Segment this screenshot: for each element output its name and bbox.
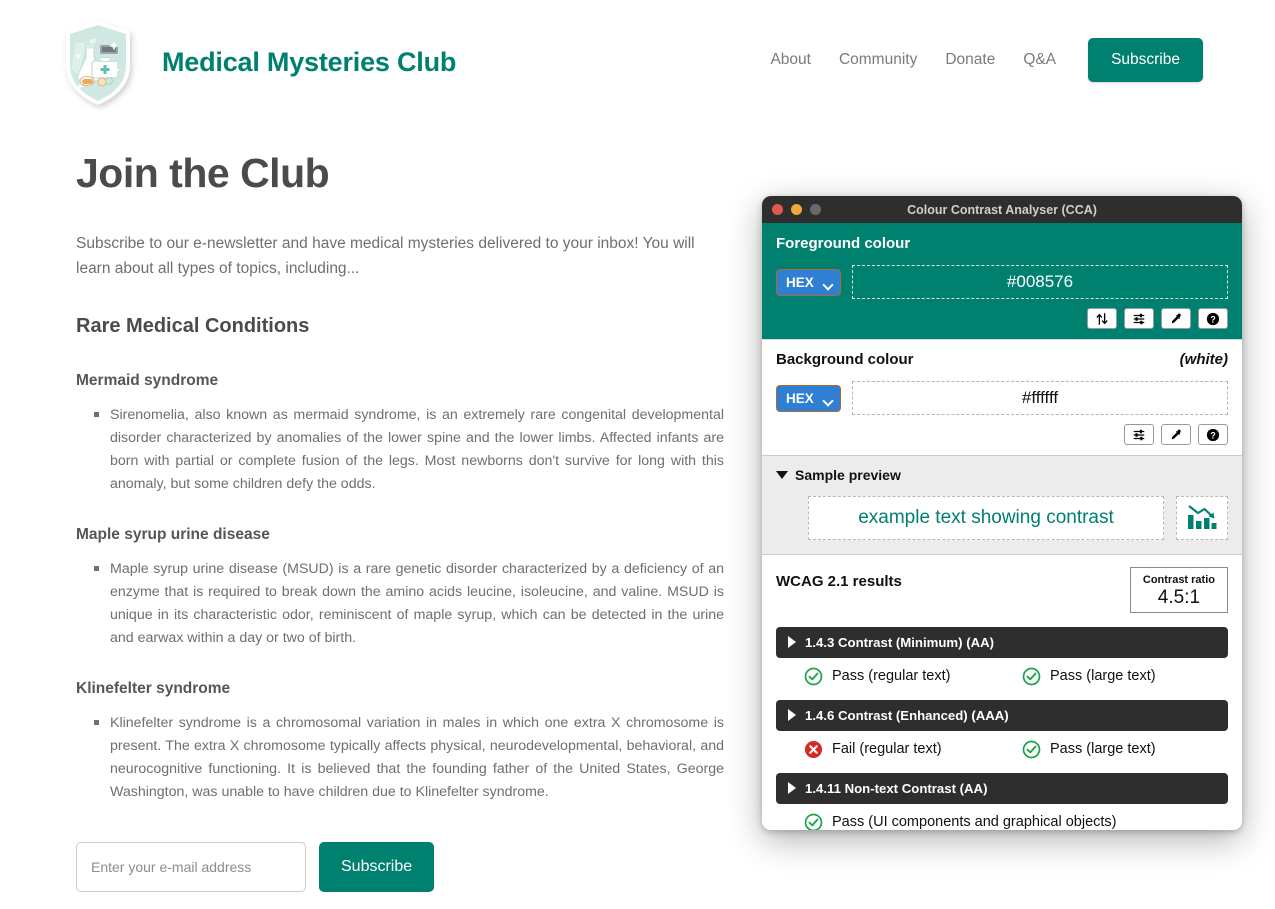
- svg-text:?: ?: [1210, 430, 1215, 440]
- sample-text-preview: example text showing contrast: [808, 496, 1164, 540]
- sample-preview-disclosure[interactable]: Sample preview: [776, 467, 1228, 483]
- eyedropper-icon[interactable]: [1161, 424, 1191, 445]
- pass-icon: [1022, 740, 1041, 759]
- eyedropper-icon[interactable]: [1161, 308, 1191, 329]
- sample-graphic-preview: [1176, 496, 1228, 540]
- outcome-regular-text: Pass (regular text): [804, 667, 1022, 686]
- criterion-bar-1-4-11[interactable]: 1.4.11 Non-text Contrast (AA): [776, 772, 1228, 804]
- pass-icon: [1022, 667, 1041, 686]
- intro-paragraph: Subscribe to our e-newsletter and have m…: [76, 235, 695, 278]
- foreground-panel: Foreground colour HEX #008576 ?: [762, 223, 1242, 339]
- background-hex-input[interactable]: [852, 381, 1228, 415]
- page-title: Join the Club: [76, 150, 330, 196]
- header-subscribe-button[interactable]: Subscribe: [1088, 38, 1203, 82]
- sliders-icon[interactable]: [1124, 308, 1154, 329]
- sliders-icon[interactable]: [1124, 424, 1154, 445]
- help-icon[interactable]: ?: [1198, 308, 1228, 329]
- condition-title-klinefelter-syndrome: Klinefelter syndrome: [76, 680, 231, 698]
- sample-preview-panel: Sample preview example text showing cont…: [762, 455, 1242, 555]
- brand-title: Medical Mysteries Club: [162, 47, 457, 77]
- outcome-label: Pass (large text): [1050, 668, 1156, 685]
- section-title: Rare Medical Conditions: [76, 315, 310, 338]
- outcome-label: Fail (regular text): [832, 741, 942, 758]
- criterion-bar-1-4-3[interactable]: 1.4.3 Contrast (Minimum) (AA): [776, 626, 1228, 658]
- outcome-label: Pass (large text): [1050, 741, 1156, 758]
- zoom-window-icon[interactable]: [810, 204, 821, 215]
- background-panel: Background colour (white) HEX #ffffff ?: [762, 339, 1242, 455]
- outcome-label: Pass (UI components and graphical object…: [832, 814, 1117, 830]
- wcag-results-heading: WCAG 2.1 results: [776, 573, 902, 590]
- background-format-select-wrap: HEX: [776, 384, 841, 412]
- minimise-window-icon[interactable]: [791, 204, 802, 215]
- brand[interactable]: Medical Mysteries Club: [62, 19, 456, 107]
- criterion-title: 1.4.3 Contrast (Minimum) (AA): [805, 634, 995, 650]
- help-icon[interactable]: ?: [1198, 424, 1228, 445]
- svg-text:?: ?: [1210, 314, 1215, 324]
- pass-icon: [804, 813, 823, 830]
- swap-colours-icon[interactable]: [1087, 308, 1117, 329]
- contrast-ratio-value: 4.5:1: [1157, 587, 1201, 608]
- criterion-title: 1.4.11 Non-text Contrast (AA): [805, 780, 988, 796]
- email-field[interactable]: [76, 842, 306, 893]
- outcome-large-text: Pass (large text): [1022, 667, 1156, 686]
- condition-list: Sirenomelia, also known as mermaid syndr…: [76, 404, 736, 496]
- cca-window-title: Colour Contrast Analyser (CCA): [907, 202, 1097, 217]
- background-colour-note: (white): [1179, 351, 1228, 368]
- contrast-ratio-box: Contrast ratio 4.5:1: [1129, 567, 1228, 613]
- triangle-right-icon: [788, 782, 796, 795]
- triangle-right-icon: [788, 709, 796, 722]
- background-heading: Background colour: [776, 351, 914, 368]
- condition-title-maple-syrup-urine-disease: Maple syrup urine disease: [76, 526, 270, 544]
- close-window-icon[interactable]: [772, 204, 783, 215]
- nav-link-donate[interactable]: Donate: [931, 51, 1009, 69]
- cca-window: Colour Contrast Analyser (CCA) Foregroun…: [762, 196, 1242, 830]
- triangle-right-icon: [788, 636, 796, 649]
- background-format-select[interactable]: HEX: [776, 384, 841, 412]
- criterion-outcomes-1-4-3: Pass (regular text) Pass (large text): [776, 667, 1228, 686]
- background-icon-row: ?: [776, 424, 1228, 445]
- sample-preview-heading: Sample preview: [795, 467, 901, 483]
- condition-list: Maple syrup urine disease (MSUD) is a ra…: [76, 558, 736, 650]
- cca-titlebar[interactable]: Colour Contrast Analyser (CCA): [762, 196, 1242, 223]
- nav-link-qa[interactable]: Q&A: [1009, 51, 1070, 69]
- condition-title-mermaid-syndrome: Mermaid syndrome: [76, 372, 219, 390]
- foreground-format-select-wrap: HEX: [776, 268, 841, 296]
- wcag-results-panel: WCAG 2.1 results Contrast ratio 4.5:1 1.…: [762, 555, 1242, 830]
- outcome-label: Pass (regular text): [832, 668, 951, 685]
- fail-icon: [804, 740, 823, 759]
- bar-chart-declining-icon: [1185, 501, 1219, 535]
- nav-link-community[interactable]: Community: [825, 51, 931, 69]
- contrast-ratio-label: Contrast ratio: [1142, 574, 1215, 586]
- page-root: Medical Mysteries Club About Community D…: [0, 0, 1275, 909]
- foreground-icon-row: ?: [776, 308, 1228, 329]
- criterion-outcomes-1-4-11: Pass (UI components and graphical object…: [776, 813, 1228, 830]
- triangle-down-icon: [776, 471, 788, 479]
- criterion-outcomes-1-4-6: Fail (regular text) Pass (large text): [776, 740, 1228, 759]
- pass-icon: [804, 667, 823, 686]
- site-header: Medical Mysteries Club About Community D…: [0, 0, 1275, 125]
- criterion-title: 1.4.6 Contrast (Enhanced) (AAA): [805, 707, 1009, 723]
- condition-list: Klinefelter syndrome is a chromosomal va…: [76, 712, 736, 804]
- list-item: Sirenomelia, also known as mermaid syndr…: [94, 404, 724, 496]
- main-content: Join the Club Subscribe to our e-newslet…: [76, 150, 736, 909]
- medical-shield-logo-icon: [62, 19, 134, 107]
- main-nav: About Community Donate Q&A Subscribe: [756, 38, 1203, 82]
- outcome-regular-text: Fail (regular text): [804, 740, 1022, 759]
- signup-form: Subscribe: [76, 842, 736, 893]
- foreground-format-select[interactable]: HEX: [776, 268, 841, 296]
- criterion-bar-1-4-6[interactable]: 1.4.6 Contrast (Enhanced) (AAA): [776, 699, 1228, 731]
- foreground-hex-input[interactable]: [852, 265, 1228, 299]
- signup-subscribe-button[interactable]: Subscribe: [319, 842, 435, 893]
- foreground-heading: Foreground colour: [776, 235, 911, 252]
- list-item: Klinefelter syndrome is a chromosomal va…: [94, 712, 724, 804]
- outcome-large-text: Pass (large text): [1022, 740, 1156, 759]
- list-item: Maple syrup urine disease (MSUD) is a ra…: [94, 558, 724, 650]
- outcome-ui-components: Pass (UI components and graphical object…: [804, 813, 1117, 830]
- nav-link-about[interactable]: About: [756, 51, 825, 69]
